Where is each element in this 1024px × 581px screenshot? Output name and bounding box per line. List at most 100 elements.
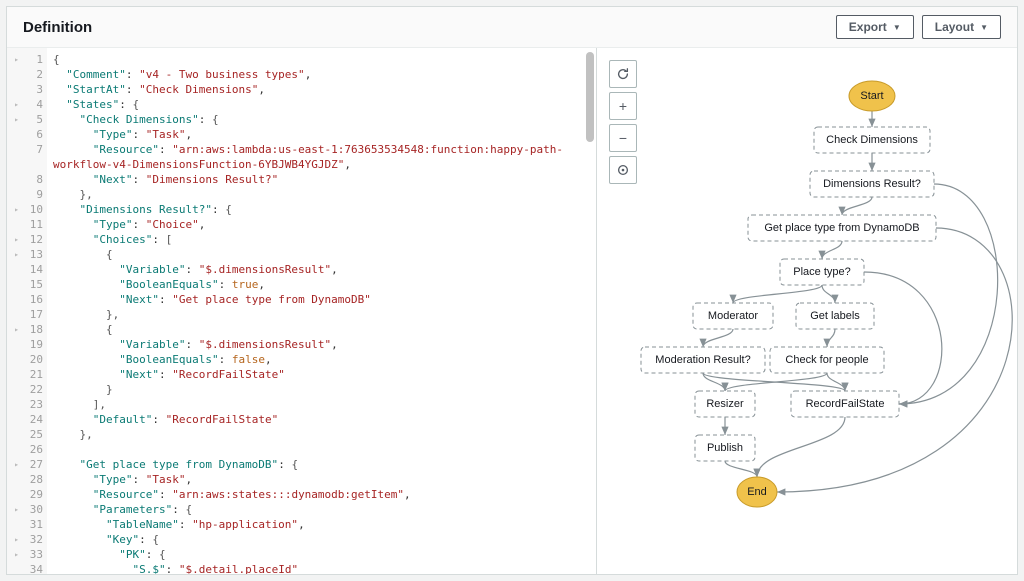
- graph-node-chkppl[interactable]: Check for people: [770, 347, 884, 373]
- code-line[interactable]: "Type": "Choice",: [53, 217, 590, 232]
- graph-node-publish[interactable]: Publish: [695, 435, 755, 461]
- code-line[interactable]: "Choices": [: [53, 232, 590, 247]
- code-editor[interactable]: 1▸234▸5▸678910▸1112▸13▸1415161718▸192021…: [7, 48, 597, 574]
- header-buttons: Export ▼ Layout ▼: [836, 15, 1001, 39]
- code-line[interactable]: ],: [53, 397, 590, 412]
- zoom-controls: + −: [609, 60, 637, 184]
- code-line[interactable]: },: [53, 307, 590, 322]
- code-line[interactable]: }: [53, 382, 590, 397]
- code-line[interactable]: "Next": "Dimensions Result?": [53, 172, 590, 187]
- code-line[interactable]: "S.$": "$.detail.placeId": [53, 562, 590, 574]
- node-label: RecordFailState: [806, 398, 885, 410]
- graph-edge: [842, 197, 872, 215]
- zoom-out-button[interactable]: −: [609, 124, 637, 152]
- code-line[interactable]: },: [53, 187, 590, 202]
- graph-edge: [733, 285, 822, 303]
- graph-node-recfail[interactable]: RecordFailState: [791, 391, 899, 417]
- node-label: Publish: [707, 442, 743, 454]
- fold-toggle[interactable]: ▸: [14, 247, 19, 262]
- fold-toggle[interactable]: ▸: [14, 97, 19, 112]
- fold-toggle[interactable]: ▸: [14, 502, 19, 517]
- code-line[interactable]: {: [53, 322, 590, 337]
- graph-edge: [864, 272, 942, 404]
- fold-toggle[interactable]: ▸: [14, 232, 19, 247]
- definition-panel: Definition Export ▼ Layout ▼ 1▸234▸5▸678…: [6, 6, 1018, 575]
- graph-edge: [725, 373, 827, 391]
- caret-down-icon: ▼: [980, 23, 988, 32]
- center-icon: [616, 163, 630, 177]
- graph-node-getplace[interactable]: Get place type from DynamoDB: [748, 215, 936, 241]
- code-line[interactable]: "StartAt": "Check Dimensions",: [53, 82, 590, 97]
- graph-node-check[interactable]: Check Dimensions: [814, 127, 930, 153]
- code-line[interactable]: "PK": {: [53, 547, 590, 562]
- panel-title: Definition: [23, 19, 92, 36]
- zoom-center-button[interactable]: [609, 156, 637, 184]
- node-label: Moderation Result?: [655, 354, 750, 366]
- workflow-graph[interactable]: + − Start Check Dimensions Dimensions Resu…: [597, 48, 1017, 574]
- export-label: Export: [849, 20, 887, 34]
- node-label: Moderator: [708, 310, 758, 322]
- panel-content: 1▸234▸5▸678910▸1112▸13▸1415161718▸192021…: [7, 48, 1017, 574]
- code-line[interactable]: },: [53, 427, 590, 442]
- line-gutter: 1▸234▸5▸678910▸1112▸13▸1415161718▸192021…: [7, 48, 47, 574]
- code-area[interactable]: { "Comment": "v4 - Two business types", …: [47, 48, 596, 574]
- graph-edge: [827, 373, 845, 391]
- code-line[interactable]: {: [53, 247, 590, 262]
- fold-toggle[interactable]: ▸: [14, 112, 19, 127]
- node-label: Dimensions Result?: [823, 178, 921, 190]
- graph-node-modres[interactable]: Moderation Result?: [641, 347, 765, 373]
- code-line[interactable]: "BooleanEquals": false,: [53, 352, 590, 367]
- code-line[interactable]: "Variable": "$.dimensionsResult",: [53, 262, 590, 277]
- graph-edge: [827, 329, 835, 347]
- graph-node-start[interactable]: Start: [849, 81, 895, 111]
- graph-node-resizer[interactable]: Resizer: [695, 391, 755, 417]
- code-line[interactable]: "Type": "Task",: [53, 472, 590, 487]
- panel-header: Definition Export ▼ Layout ▼: [7, 7, 1017, 48]
- code-line[interactable]: {: [53, 52, 590, 67]
- code-line[interactable]: "Resource": "arn:aws:states:::dynamodb:g…: [53, 487, 590, 502]
- code-line[interactable]: "Resource": "arn:aws:lambda:us-east-1:76…: [53, 142, 590, 172]
- node-label: Place type?: [793, 266, 850, 278]
- graph-svg[interactable]: Start Check Dimensions Dimensions Result? G…: [597, 48, 1017, 574]
- graph-node-end[interactable]: End: [737, 477, 777, 507]
- graph-node-getlab[interactable]: Get labels: [796, 303, 874, 329]
- code-line[interactable]: "States": {: [53, 97, 590, 112]
- node-label: Resizer: [706, 398, 744, 410]
- code-line[interactable]: "BooleanEquals": true,: [53, 277, 590, 292]
- code-line[interactable]: "Parameters": {: [53, 502, 590, 517]
- fold-toggle[interactable]: ▸: [14, 202, 19, 217]
- node-label: Check Dimensions: [826, 134, 918, 146]
- scrollbar-thumb[interactable]: [586, 52, 594, 142]
- graph-edge: [757, 417, 845, 477]
- graph-edge: [703, 329, 733, 347]
- code-line[interactable]: "Type": "Task",: [53, 127, 590, 142]
- refresh-icon: [616, 67, 630, 81]
- layout-button[interactable]: Layout ▼: [922, 15, 1001, 39]
- layout-label: Layout: [935, 20, 974, 34]
- node-label: End: [747, 486, 767, 498]
- fold-toggle[interactable]: ▸: [14, 547, 19, 562]
- fold-toggle[interactable]: ▸: [14, 322, 19, 337]
- code-line[interactable]: "Next": "Get place type from DynamoDB": [53, 292, 590, 307]
- fold-toggle[interactable]: ▸: [14, 52, 19, 67]
- export-button[interactable]: Export ▼: [836, 15, 914, 39]
- code-line[interactable]: "Key": {: [53, 532, 590, 547]
- graph-edge: [822, 285, 835, 303]
- code-line[interactable]: "Dimensions Result?": {: [53, 202, 590, 217]
- graph-node-mod[interactable]: Moderator: [693, 303, 773, 329]
- code-line[interactable]: "TableName": "hp-application",: [53, 517, 590, 532]
- code-line[interactable]: "Variable": "$.dimensionsResult",: [53, 337, 590, 352]
- code-line[interactable]: "Default": "RecordFailState": [53, 412, 590, 427]
- graph-edge: [822, 241, 842, 259]
- fold-toggle[interactable]: ▸: [14, 532, 19, 547]
- graph-node-ptype[interactable]: Place type?: [780, 259, 864, 285]
- code-line[interactable]: "Check Dimensions": {: [53, 112, 590, 127]
- code-line[interactable]: "Get place type from DynamoDB": {: [53, 457, 590, 472]
- zoom-reset-button[interactable]: [609, 60, 637, 88]
- graph-node-dimres[interactable]: Dimensions Result?: [810, 171, 934, 197]
- code-line[interactable]: [53, 442, 590, 457]
- zoom-in-button[interactable]: +: [609, 92, 637, 120]
- code-line[interactable]: "Next": "RecordFailState": [53, 367, 590, 382]
- code-line[interactable]: "Comment": "v4 - Two business types",: [53, 67, 590, 82]
- fold-toggle[interactable]: ▸: [14, 457, 19, 472]
